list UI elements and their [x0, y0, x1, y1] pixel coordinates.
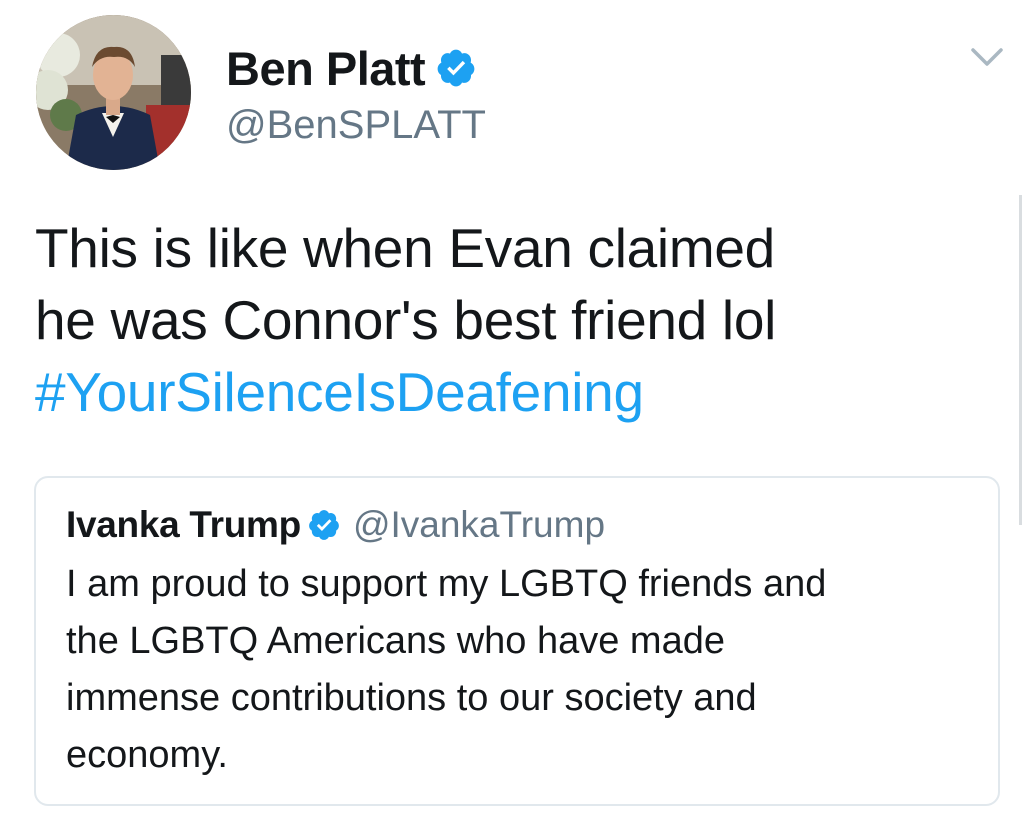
quoted-text-line: I am proud to support my LGBTQ friends a…: [66, 563, 827, 605]
scrollbar[interactable]: [1019, 195, 1022, 525]
quoted-text-line: the LGBTQ Americans who have made: [66, 620, 725, 662]
verified-badge-icon: [437, 49, 475, 87]
tweet-text: This is like when Evan claimed he was Co…: [35, 212, 995, 428]
tweet-card: Ben Platt @BenSPLATT This is like when E…: [0, 0, 1024, 825]
quoted-tweet-card[interactable]: Ivanka Trump @IvankaTrump I am proud to …: [34, 476, 1000, 806]
quoted-tweet-text: I am proud to support my LGBTQ friends a…: [66, 556, 976, 784]
quoted-author-handle: @IvankaTrump: [352, 504, 606, 545]
quoted-author-name: Ivanka Trump: [66, 504, 301, 545]
tweet-text-line: This is like when Evan claimed: [35, 217, 775, 279]
chevron-down-icon[interactable]: [970, 45, 1004, 69]
tweet-text-line: he was Connor's best friend lol: [35, 289, 777, 351]
author-name[interactable]: Ben Platt: [226, 41, 426, 96]
avatar-photo: [36, 15, 191, 170]
quoted-text-line: immense contributions to our society and: [66, 677, 757, 719]
verified-badge-icon: [309, 510, 339, 540]
hashtag-link[interactable]: #YourSilenceIsDeafening: [35, 356, 995, 428]
avatar[interactable]: [36, 15, 191, 170]
author-name-row[interactable]: Ben Platt: [226, 38, 477, 98]
quoted-tweet-header: Ivanka Trump @IvankaTrump: [66, 504, 605, 546]
quoted-text-line: economy.: [66, 734, 228, 776]
author-handle[interactable]: @BenSPLATT: [226, 103, 486, 148]
